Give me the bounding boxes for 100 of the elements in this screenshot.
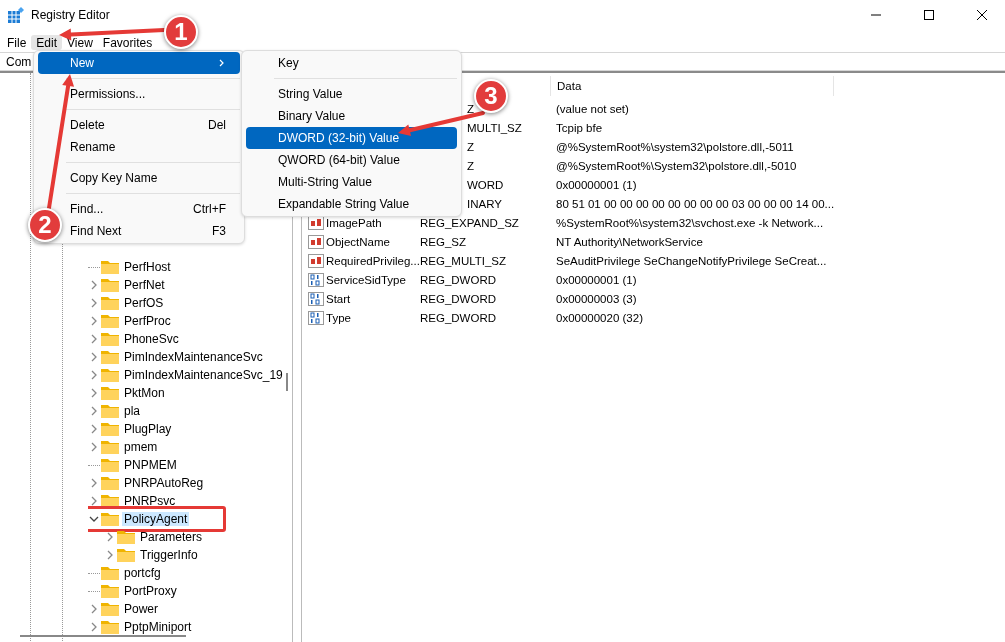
tree-item[interactable]: PlugPlay <box>122 422 174 436</box>
folder-icon <box>101 620 119 634</box>
menu-item[interactable]: Expandable String Value <box>274 193 457 215</box>
folder-icon <box>101 476 119 490</box>
tree-item[interactable]: Parameters <box>138 530 205 544</box>
value-data: @%SystemRoot%\System32\polstore.dll,-5010 <box>556 159 797 172</box>
menu-bar-item[interactable]: View <box>62 35 98 50</box>
folder-icon <box>101 296 119 310</box>
maximize-icon[interactable] <box>924 10 934 20</box>
value-data: 0x00000003 (3) <box>556 292 637 305</box>
string-value-icon <box>308 253 324 268</box>
tree-item[interactable]: PNRPsvc <box>122 494 178 508</box>
binary-value-icon <box>308 272 324 287</box>
value-data: %SystemRoot%\system32\svchost.exe -k Network... <box>556 216 824 229</box>
value-type: WORD <box>467 178 504 191</box>
folder-icon <box>101 278 119 292</box>
menu-item[interactable]: Delete Del <box>66 114 240 136</box>
value-type: Z <box>467 140 475 153</box>
tree-item[interactable]: PimIndexMaintenanceSvc_19 <box>122 368 285 382</box>
binary-value-icon <box>308 310 324 325</box>
folder-icon <box>101 404 119 418</box>
string-value-icon <box>308 234 324 249</box>
value-type: Z <box>467 159 475 172</box>
folder-icon <box>101 566 119 580</box>
menu-item[interactable]: Rename <box>66 136 240 158</box>
tree-item[interactable]: PNPMEM <box>122 458 179 472</box>
tree-item[interactable]: pmem <box>122 440 160 454</box>
menu-bar-item[interactable]: Favorites <box>97 35 158 50</box>
tree-item[interactable]: PerfProc <box>122 314 173 328</box>
folder-icon <box>101 314 119 328</box>
window-title: Registry Editor <box>31 8 110 22</box>
value-data: 80 51 01 00 00 00 00 00 00 00 00 03 00 00 00 14 00... <box>556 197 835 210</box>
value-name: ImagePath <box>326 216 382 229</box>
menu-item[interactable]: Find Next F3 <box>66 220 240 242</box>
value-name: Type <box>326 311 351 324</box>
folder-icon <box>101 368 119 382</box>
value-type: REG_EXPAND_SZ <box>420 216 519 229</box>
step-number-badge: 3 <box>474 79 508 113</box>
folder-icon <box>101 386 119 400</box>
folder-icon <box>101 440 119 454</box>
step-number-badge: 1 <box>164 15 198 49</box>
value-type: REG_SZ <box>420 235 466 248</box>
menu-item[interactable]: String Value <box>274 83 457 105</box>
menu-item[interactable]: Permissions... <box>66 83 240 105</box>
folder-icon <box>101 332 119 346</box>
binary-value-icon <box>308 291 324 306</box>
menu-item[interactable]: Copy Key Name <box>66 167 240 189</box>
tree-item[interactable]: portcfg <box>122 566 163 580</box>
menu-item[interactable]: DWORD (32-bit) Value <box>246 127 457 149</box>
value-type: REG_DWORD <box>420 273 497 286</box>
value-name: ObjectName <box>326 235 390 248</box>
value-name: Start <box>326 292 351 305</box>
tree-item[interactable]: PerfHost <box>122 260 173 274</box>
folder-icon <box>101 422 119 436</box>
close-icon[interactable] <box>977 10 987 20</box>
menu-item[interactable]: Binary Value <box>274 105 457 127</box>
tree-item[interactable]: PhoneSvc <box>122 332 181 346</box>
menu-item[interactable]: New <box>38 52 240 74</box>
folder-icon <box>101 512 119 526</box>
scrollbar-thumb[interactable] <box>20 635 186 637</box>
value-data: 0x00000001 (1) <box>556 273 637 286</box>
value-type: REG_DWORD <box>420 311 497 324</box>
tree-item[interactable]: PimIndexMaintenanceSvc <box>122 350 265 364</box>
folder-icon <box>101 458 119 472</box>
value-data: (value not set) <box>556 102 629 115</box>
tree-item[interactable]: TriggerInfo <box>138 548 200 562</box>
menu-bar-item[interactable]: File <box>2 35 32 50</box>
menu-item[interactable]: Multi-String Value <box>274 171 457 193</box>
registry-icon <box>8 7 24 23</box>
value-type: Z <box>467 102 475 115</box>
menu-item[interactable]: QWORD (64-bit) Value <box>274 149 457 171</box>
tree-item[interactable]: Power <box>122 602 160 616</box>
folder-icon <box>101 260 119 274</box>
folder-icon <box>101 350 119 364</box>
folder-icon <box>101 584 119 598</box>
tree-item[interactable]: PerfOS <box>122 296 166 310</box>
value-type: INARY <box>467 197 502 210</box>
value-name: ServiceSidType <box>326 273 406 286</box>
tree-item[interactable]: PNRPAutoReg <box>122 476 206 490</box>
tree-item[interactable]: PolicyAgent <box>122 512 190 526</box>
value-data: Tcpip bfe <box>556 121 603 134</box>
value-data: NT Authority\NetworkService <box>556 235 703 248</box>
menu-item[interactable]: Find... Ctrl+F <box>66 198 240 220</box>
folder-icon <box>117 530 135 544</box>
folder-icon <box>117 548 135 562</box>
tree-item[interactable]: PerfNet <box>122 278 167 292</box>
value-data: 0x00000020 (32) <box>556 311 643 324</box>
value-data: SeAuditPrivilege SeChangeNotifyPrivilege SeCreat... <box>556 254 827 267</box>
value-data: 0x00000001 (1) <box>556 178 637 191</box>
scrollbar-thumb[interactable] <box>286 373 288 391</box>
tree-item[interactable]: pla <box>122 404 142 418</box>
value-name: RequiredPrivileg... <box>326 254 420 267</box>
column-header[interactable]: Data <box>557 80 582 92</box>
tree-item[interactable]: PortProxy <box>122 584 179 598</box>
folder-icon <box>101 602 119 616</box>
value-type: REG_MULTI_SZ <box>420 254 507 267</box>
tree-item[interactable]: PptpMiniport <box>122 620 194 634</box>
tree-item[interactable]: PktMon <box>122 386 167 400</box>
menu-bar-item[interactable]: Edit <box>31 35 63 50</box>
menu-item[interactable]: Key <box>274 52 457 74</box>
